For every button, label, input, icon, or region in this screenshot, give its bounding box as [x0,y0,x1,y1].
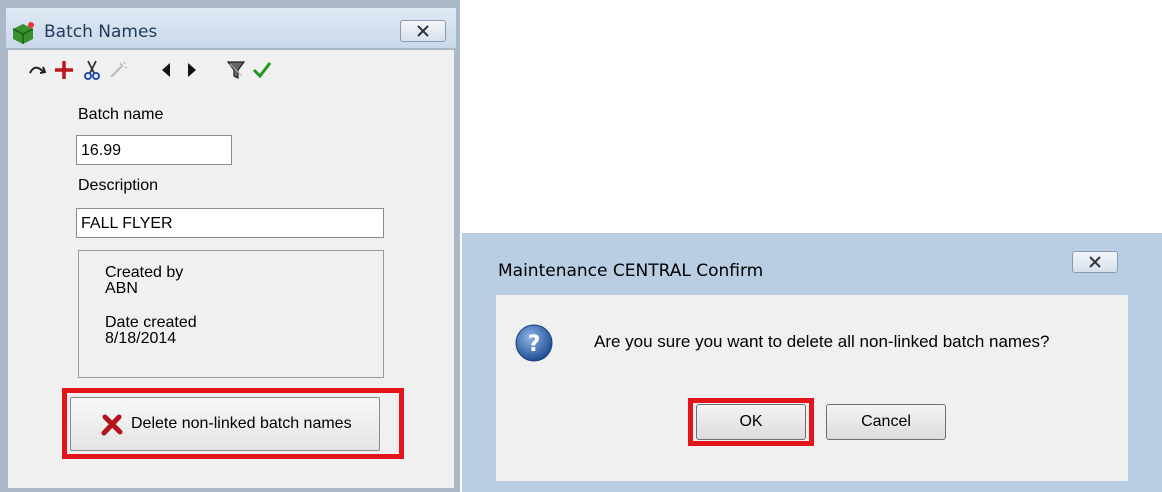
wand-icon [106,58,130,82]
batch-name-input[interactable]: 16.99 [76,135,232,165]
close-button[interactable] [400,20,446,42]
toolbar [8,50,454,91]
description-input[interactable]: FALL FLYER [76,208,384,238]
audit-info-box: Created by ABN Date created 8/18/2014 [78,250,384,378]
created-by-label: Created by [105,264,184,281]
cut-icon[interactable] [80,58,104,82]
delete-x-icon [101,414,123,436]
app-icon [10,20,36,46]
delete-non-linked-button[interactable]: Delete non-linked batch names [70,397,380,451]
dialog-title: Maintenance CENTRAL Confirm [498,261,764,281]
question-icon: ? [514,323,554,363]
dialog-close-button[interactable] [1072,251,1118,273]
filter-icon[interactable] [224,58,248,82]
delete-button-label: Delete non-linked batch names [131,415,352,432]
description-label: Description [78,177,159,194]
close-icon [1089,256,1101,268]
dialog-message: Are you sure you want to delete all non-… [594,332,1050,351]
cancel-button[interactable]: Cancel [826,404,946,440]
svg-text:?: ? [528,332,541,357]
date-created-value: 8/18/2014 [105,330,177,347]
created-by-value: ABN [105,280,138,297]
close-icon [417,25,429,37]
dialog-body: ? Are you sure you want to delete all no… [496,295,1128,481]
date-created-label: Date created [105,314,197,331]
redo-icon[interactable] [26,58,50,82]
batch-name-label: Batch name [78,106,164,123]
next-icon[interactable] [180,58,204,82]
accept-icon[interactable] [250,58,274,82]
add-icon[interactable] [52,58,76,82]
ok-button[interactable]: OK [696,404,806,440]
confirm-dialog: Maintenance CENTRAL Confirm ? Are you su… [462,233,1162,492]
window-title: Batch Names [44,22,158,42]
previous-icon[interactable] [154,58,178,82]
